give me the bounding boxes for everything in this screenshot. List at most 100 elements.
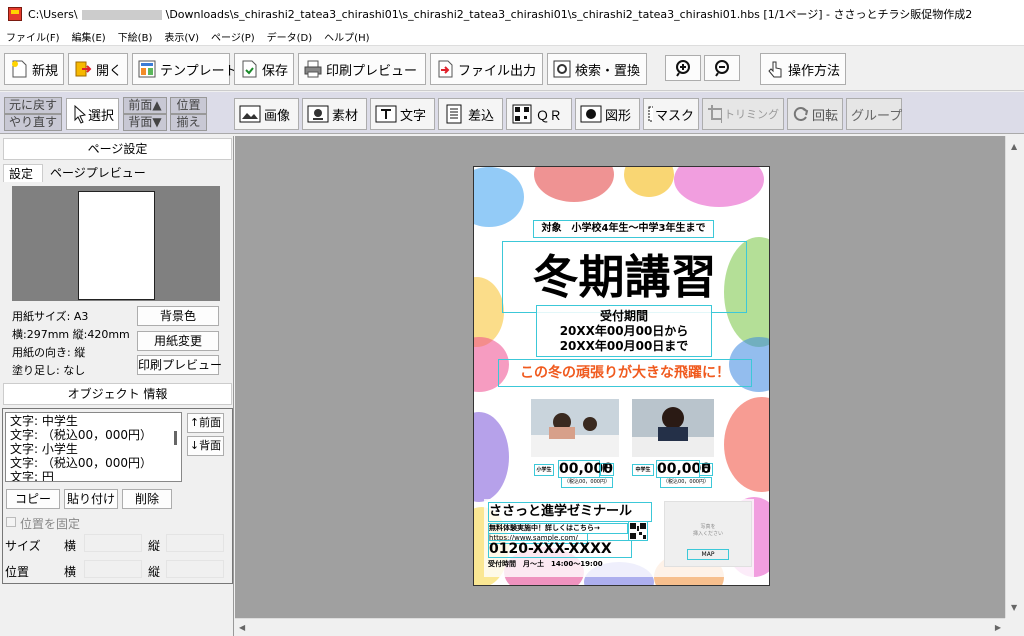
qr-code-icon [512, 104, 532, 124]
list-item[interactable]: 文字: 円 [10, 470, 177, 481]
school-name[interactable]: ささっと進学ゼミナール [488, 502, 652, 522]
background-color-button[interactable]: 背景色 [137, 306, 219, 326]
shape-button[interactable]: 図形 [575, 98, 640, 130]
flyer-page[interactable]: 対象 小学校4年生～中学3年生まで 冬期講習 受付期間 20XX年00月00日か… [473, 166, 770, 586]
zoom-out-button[interactable] [704, 55, 740, 81]
period-label: 受付期間 [599, 309, 648, 323]
size-width-field[interactable] [84, 534, 142, 552]
lock-position-checkbox[interactable] [6, 517, 16, 527]
change-paper-button[interactable]: 用紙変更 [137, 331, 219, 351]
vertical-scrollbar[interactable]: ▲ ▼ [1005, 136, 1024, 618]
map-label[interactable]: MAP [687, 549, 729, 560]
period-to: 20XX年00月00日まで [559, 339, 689, 353]
menu-view[interactable]: 表示(V) [158, 29, 205, 44]
template-button[interactable]: テンプレート [132, 53, 238, 85]
delete-button[interactable]: 削除 [122, 489, 172, 509]
horizontal-scrollbar[interactable]: ◀ ▶ [235, 618, 1005, 636]
save-button[interactable]: 保存 [234, 53, 294, 85]
junior-yen[interactable]: 円 [699, 463, 713, 476]
junior-price[interactable]: 00,000 [656, 460, 711, 478]
material-button[interactable]: 素材 [302, 98, 367, 130]
lock-position-label: 位置を固定 [20, 517, 81, 531]
how-to-button[interactable]: 操作方法 [760, 53, 846, 85]
search-replace-icon [552, 59, 572, 79]
orientation-label: 用紙の向き: 縦 [12, 346, 86, 359]
paste-button[interactable]: 貼り付け [64, 489, 118, 509]
mask-button[interactable]: マスク [643, 98, 699, 130]
align-button-top[interactable]: 位置 [170, 97, 207, 114]
menu-file[interactable]: ファイル(F) [0, 29, 66, 44]
size-height-field[interactable] [166, 534, 224, 552]
list-item[interactable]: 文字: （税込00，000円） [10, 428, 177, 442]
junior-tax[interactable]: （税込00，000円） [660, 477, 712, 488]
select-button[interactable]: 選択 [66, 98, 119, 130]
redacted-username [81, 10, 162, 20]
position-y-field[interactable] [166, 560, 224, 578]
export-file-button[interactable]: ファイル出力 [430, 53, 543, 85]
period-block[interactable]: 受付期間 20XX年00月00日から 20XX年00月00日まで [536, 305, 712, 357]
period-from: 20XX年00月00日から [559, 324, 689, 338]
main-toolbar: 新規 開く テンプレート 保存 印刷プレビュー ファイル出力 検索・置換 操作方… [0, 47, 1024, 91]
edit-toolbar: 元に戻す やり直す 選択 前面▲ 背面▼ 位置 揃え 画像 素材 文字 差込 Ｑ… [0, 92, 1024, 134]
text-button[interactable]: 文字 [370, 98, 435, 130]
target-text[interactable]: 対象 小学校4年生～中学3年生まで [533, 220, 714, 238]
decor-red-petal [534, 167, 614, 202]
scroll-right-arrow-icon[interactable]: ▶ [995, 623, 1001, 632]
search-replace-button[interactable]: 検索・置換 [547, 53, 647, 85]
position-x-label: 横 [64, 565, 77, 579]
tab-page-preview[interactable]: ページプレビュー [46, 165, 150, 182]
undo-button[interactable]: 元に戻す [4, 97, 62, 114]
page-thumbnail[interactable] [78, 191, 155, 300]
insert-data-button[interactable]: 差込 [438, 98, 503, 130]
list-item[interactable]: 文字: 小学生 [10, 442, 177, 456]
align-button-bottom[interactable]: 揃え [170, 114, 207, 131]
menu-help[interactable]: ヘルプ(H) [318, 29, 375, 44]
tab-settings[interactable]: 設定 [3, 164, 43, 182]
copy-button[interactable]: コピー [6, 489, 60, 509]
elementary-price[interactable]: 00,000 [558, 460, 613, 478]
photo-placeholder-line1: 写真を [700, 524, 716, 530]
trim-button[interactable]: トリミング [702, 98, 784, 130]
page-thumbnail-area [12, 186, 220, 301]
menu-page[interactable]: ページ(P) [205, 29, 261, 44]
scroll-up-arrow-icon[interactable]: ▲ [1011, 142, 1017, 151]
zoom-in-button[interactable] [665, 55, 701, 81]
scroll-down-arrow-icon[interactable]: ▼ [1011, 603, 1017, 612]
left-panel: ページ設定 設定 ページプレビュー 用紙サイズ: A3 横:297mm 縦:42… [0, 136, 234, 636]
print-preview-panel-button[interactable]: 印刷プレビュー [137, 355, 222, 375]
flyer-title[interactable]: 冬期講習 [502, 241, 747, 313]
qr-button[interactable]: ＱＲ [506, 98, 572, 130]
phone-number[interactable]: 0120-XXX-XXXX [488, 540, 632, 558]
qr-code[interactable] [628, 521, 648, 541]
photo-junior-high[interactable] [632, 399, 714, 457]
scroll-left-arrow-icon[interactable]: ◀ [239, 623, 245, 632]
print-preview-button[interactable]: 印刷プレビュー [298, 53, 426, 85]
image-button[interactable]: 画像 [234, 98, 299, 130]
junior-label[interactable]: 中学生 [632, 464, 654, 476]
rotate-button[interactable]: 回転 [787, 98, 843, 130]
mask-icon [648, 106, 653, 122]
catch-copy[interactable]: この冬の頑張りが大きな飛躍に！ [498, 359, 752, 387]
object-list[interactable]: 文字: 中学生 文字: （税込00，000円） 文字: 小学生 文字: （税込0… [5, 412, 182, 482]
elementary-tax[interactable]: （税込00，000円） [561, 477, 613, 488]
object-back-button[interactable]: ↓背面 [187, 436, 224, 456]
menu-sketch[interactable]: 下絵(B) [112, 29, 159, 44]
size-height-label: 縦 [148, 539, 161, 553]
list-item[interactable]: 文字: （税込00，000円） [10, 456, 177, 470]
menu-edit[interactable]: 編集(E) [66, 29, 112, 44]
photo-elementary[interactable] [531, 399, 619, 457]
save-icon [239, 59, 259, 79]
bring-front-button[interactable]: 前面▲ [123, 97, 167, 114]
send-back-button[interactable]: 背面▼ [123, 114, 167, 131]
position-x-field[interactable] [84, 560, 142, 578]
elementary-yen[interactable]: 円 [600, 463, 614, 476]
elementary-label[interactable]: 小学生 [534, 464, 554, 476]
menu-data[interactable]: データ(D) [261, 29, 319, 44]
new-button[interactable]: 新規 [4, 53, 64, 85]
list-item[interactable]: 文字: 中学生 [10, 414, 177, 428]
group-button[interactable]: グループ [846, 98, 902, 130]
redo-button[interactable]: やり直す [4, 114, 62, 131]
list-scrollbar-thumb[interactable] [174, 431, 177, 445]
object-front-button[interactable]: ↑前面 [187, 413, 224, 433]
open-button[interactable]: 開く [68, 53, 128, 85]
